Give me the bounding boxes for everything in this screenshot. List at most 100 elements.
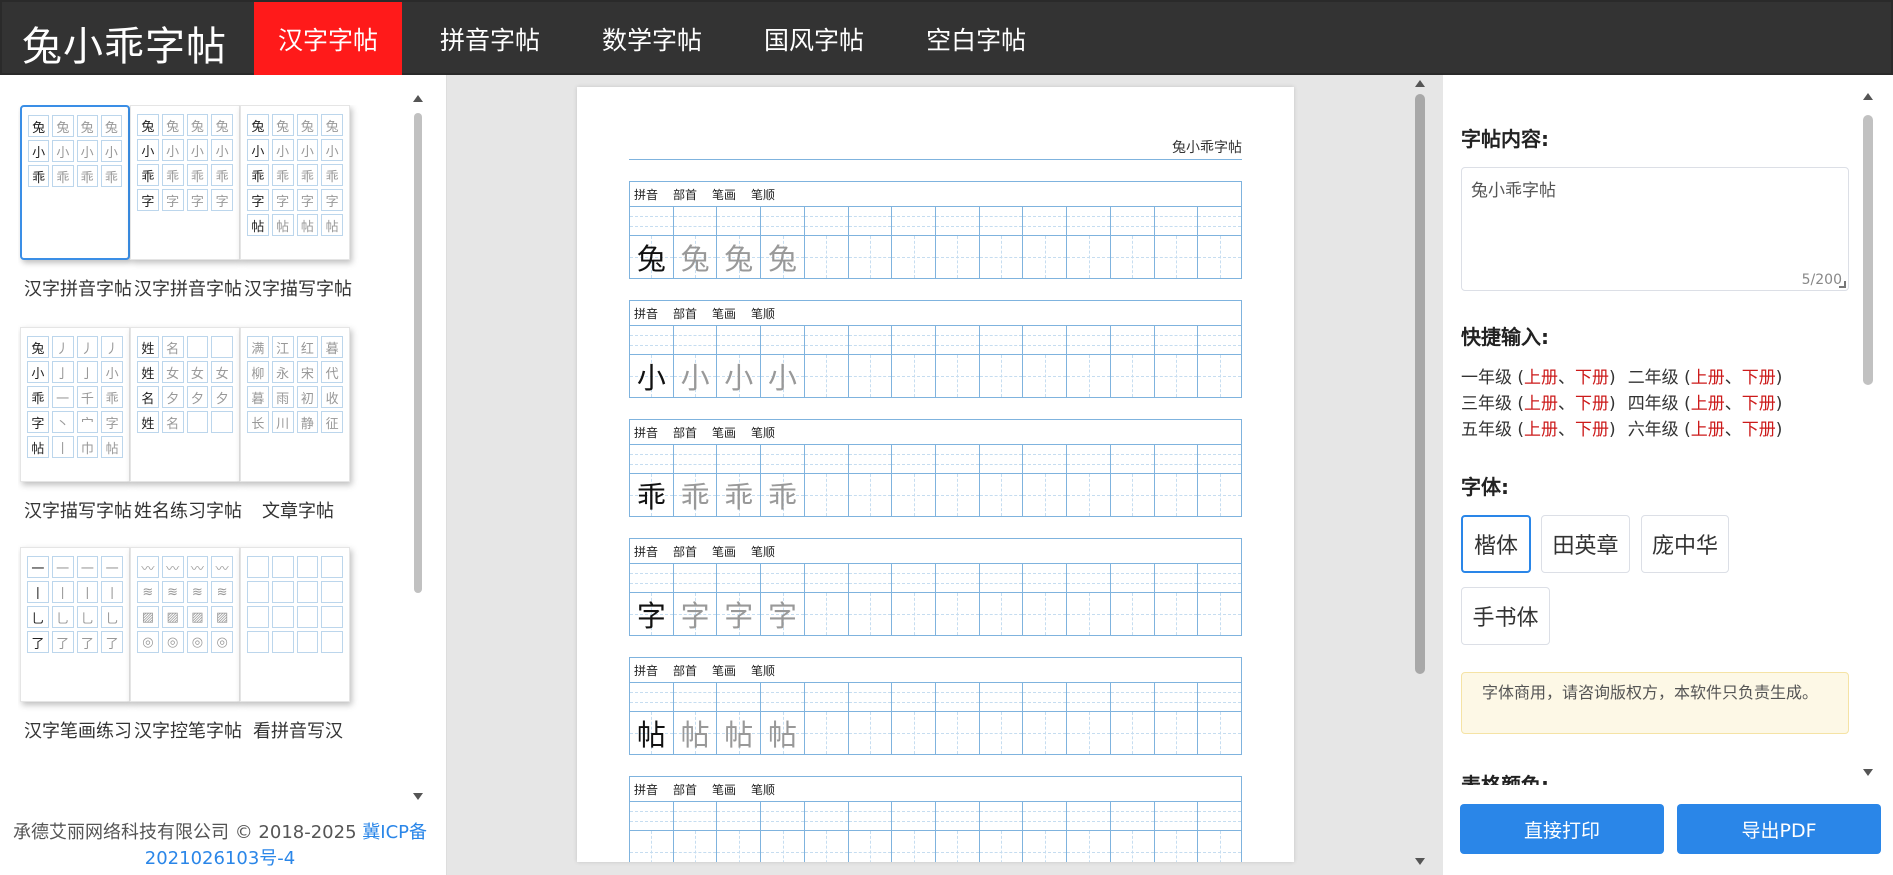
- grade-3-first-link[interactable]: 上册: [1524, 394, 1558, 414]
- char-cell: [804, 831, 849, 862]
- grade-2-first-link[interactable]: 上册: [1691, 368, 1725, 388]
- grade-4-first-link[interactable]: 上册: [1691, 394, 1725, 414]
- resize-handle-icon[interactable]: [1839, 281, 1846, 288]
- template-thumbnail: [240, 547, 350, 702]
- preview-scrollbar[interactable]: [1414, 80, 1426, 870]
- content-textarea[interactable]: 兔小乖字帖 5/200: [1461, 167, 1849, 291]
- pinyin-cell: [673, 802, 718, 830]
- template-panel: 兔兔兔兔小小小小乖乖乖乖 汉字拼音字帖 兔兔兔兔小小小小乖乖乖乖字字字字 汉字拼…: [0, 75, 447, 875]
- template-card[interactable]: 看拼音写汉: [238, 547, 358, 743]
- char-cell: [979, 831, 1024, 862]
- grade-5-first-link[interactable]: 上册: [1524, 420, 1558, 440]
- pinyin-cell: [1023, 683, 1068, 711]
- template-thumbnail: 姓名姓女女女名夕夕夕姓名: [130, 327, 240, 482]
- template-thumbnail: 一一一一丨丨丨丨乚乚乚乚了了了了: [20, 547, 130, 702]
- char-cell: [979, 712, 1024, 754]
- template-card[interactable]: 一一一一丨丨丨丨乚乚乚乚了了了了 汉字笔画练习: [18, 547, 138, 743]
- char-cell: 帖: [630, 712, 674, 754]
- pinyin-row: [630, 683, 1241, 712]
- scroll-up-icon[interactable]: [1415, 80, 1425, 87]
- template-card[interactable]: 兔兔兔兔小小小小乖乖乖乖 汉字拼音字帖: [18, 105, 138, 301]
- nav-guofeng[interactable]: 国风字帖: [740, 2, 888, 75]
- practice-block: 拼音 部首 笔画 笔顺字字字字: [629, 538, 1242, 636]
- pinyin-cell: [1198, 683, 1241, 711]
- block-header: 拼音 部首 笔画 笔顺: [630, 777, 1241, 802]
- app-logo[interactable]: 兔小乖字帖: [22, 14, 227, 72]
- grade-1-second-link[interactable]: 下册: [1575, 368, 1609, 388]
- grade-item: 四年级 (上册、下册): [1627, 394, 1783, 414]
- template-thumbnail: 兔兔兔兔小小小小乖乖乖乖: [20, 105, 130, 260]
- template-grid: 兔兔兔兔小小小小乖乖乖乖 汉字拼音字帖 兔兔兔兔小小小小乖乖乖乖字字字字 汉字拼…: [18, 105, 398, 875]
- font-handwriting-button[interactable]: 手书体: [1461, 587, 1550, 645]
- preview-paper: 兔小乖字帖 拼音 部首 笔画 笔顺兔兔兔兔拼音 部首 笔画 笔顺小小小小拼音 部首 笔画 笔顺乖乖…: [577, 87, 1294, 862]
- char-cell: [804, 355, 849, 397]
- font-kaiti-button[interactable]: 楷体: [1461, 515, 1531, 573]
- char-cell: [1110, 474, 1155, 516]
- table-color-title: 表格颜色:: [1461, 773, 1549, 785]
- block-header-strokes: 笔画: [712, 544, 737, 559]
- nav-math[interactable]: 数学字帖: [578, 2, 726, 75]
- pinyin-cell: [630, 683, 674, 711]
- char-cell: [1110, 355, 1155, 397]
- block-header: 拼音 部首 笔画 笔顺: [630, 420, 1241, 445]
- pinyin-cell: [936, 683, 980, 711]
- template-label: 汉字笔画练习: [24, 721, 132, 742]
- scroll-down-icon[interactable]: [1863, 769, 1873, 776]
- grade-6-second-link[interactable]: 下册: [1742, 420, 1776, 440]
- preview-area: 兔小乖字帖 拼音 部首 笔画 笔顺兔兔兔兔拼音 部首 笔画 笔顺小小小小拼音 部首 笔画 笔顺乖乖…: [447, 75, 1443, 875]
- practice-block: 拼音 部首 笔画 笔顺乖乖乖乖: [629, 419, 1242, 517]
- font-tianyingzhang-button[interactable]: 田英章: [1541, 515, 1630, 573]
- grade-6-first-link[interactable]: 上册: [1691, 420, 1725, 440]
- template-scrollbar[interactable]: [413, 95, 423, 815]
- template-card[interactable]: 〰〰〰〰 ≋ ≋ ≋ ≋ ▨ ▨ ▨ ▨ ◎ ◎ ◎ ◎ 汉字控笔字帖: [128, 547, 248, 743]
- export-pdf-button[interactable]: 导出PDF: [1677, 804, 1881, 854]
- paper-header: 兔小乖字帖: [1172, 140, 1242, 156]
- grade-2-second-link[interactable]: 下册: [1742, 368, 1776, 388]
- grade-3-second-link[interactable]: 下册: [1575, 394, 1609, 414]
- scroll-down-icon[interactable]: [413, 793, 423, 800]
- char-cell: [1067, 593, 1111, 635]
- template-card[interactable]: 兔兔兔兔小小小小乖乖乖乖字字字字 汉字拼音字帖: [128, 105, 248, 301]
- grade-5-second-link[interactable]: 下册: [1575, 420, 1609, 440]
- print-button[interactable]: 直接打印: [1460, 804, 1664, 854]
- nav-hanzi[interactable]: 汉字字帖: [254, 2, 403, 75]
- template-label: 汉字拼音字帖: [134, 279, 242, 300]
- grade-1-first-link[interactable]: 上册: [1524, 368, 1558, 388]
- scrollbar-thumb[interactable]: [1415, 94, 1425, 674]
- block-header-order: 笔顺: [751, 663, 776, 678]
- scroll-down-icon[interactable]: [1415, 858, 1425, 865]
- char-cell: [673, 831, 718, 862]
- template-thumbnail: 〰〰〰〰 ≋ ≋ ≋ ≋ ▨ ▨ ▨ ▨ ◎ ◎ ◎ ◎: [130, 547, 240, 702]
- pinyin-cell: [673, 683, 718, 711]
- pinyin-row: [630, 445, 1241, 474]
- char-cell: [979, 236, 1024, 278]
- header-divider: [629, 159, 1242, 160]
- block-header-order: 笔顺: [751, 544, 776, 559]
- char-cell: [1023, 236, 1068, 278]
- font-pangzhonghua-button[interactable]: 庞中华: [1641, 515, 1729, 573]
- char-cell: [979, 474, 1024, 516]
- template-card[interactable]: 兔丿丿丿小亅亅小乖一千乖字丶宀字帖丨巾帖 汉字描写字帖: [18, 327, 138, 523]
- grade-4-second-link[interactable]: 下册: [1742, 394, 1776, 414]
- pinyin-cell: [936, 445, 980, 473]
- char-cell: [804, 712, 849, 754]
- template-card[interactable]: 兔兔兔兔小小小小乖乖乖乖字字字字帖帖帖帖 汉字描写字帖: [238, 105, 358, 301]
- scrollbar-thumb[interactable]: [414, 113, 422, 593]
- template-card[interactable]: 姓名姓女女女名夕夕夕姓名 姓名练习字帖: [128, 327, 248, 523]
- scroll-up-icon[interactable]: [413, 95, 423, 102]
- scrollbar-thumb[interactable]: [1863, 115, 1873, 385]
- char-cell: [1198, 236, 1241, 278]
- pinyin-row: [630, 564, 1241, 593]
- pinyin-cell: [979, 802, 1024, 830]
- pinyin-cell: [761, 802, 805, 830]
- settings-scrollbar[interactable]: [1863, 93, 1873, 783]
- pinyin-cell: [936, 207, 980, 235]
- pinyin-cell: [936, 564, 980, 592]
- scroll-up-icon[interactable]: [1863, 93, 1873, 100]
- block-header-strokes: 笔画: [712, 425, 737, 440]
- nav-pinyin[interactable]: 拼音字帖: [416, 2, 564, 75]
- template-card[interactable]: 满江红暮柳永宋代暮雨初收长川静征 文章字帖: [238, 327, 358, 523]
- nav-blank[interactable]: 空白字帖: [902, 2, 1050, 75]
- template-label: 汉字控笔字帖: [134, 721, 242, 742]
- pinyin-cell: [1110, 445, 1155, 473]
